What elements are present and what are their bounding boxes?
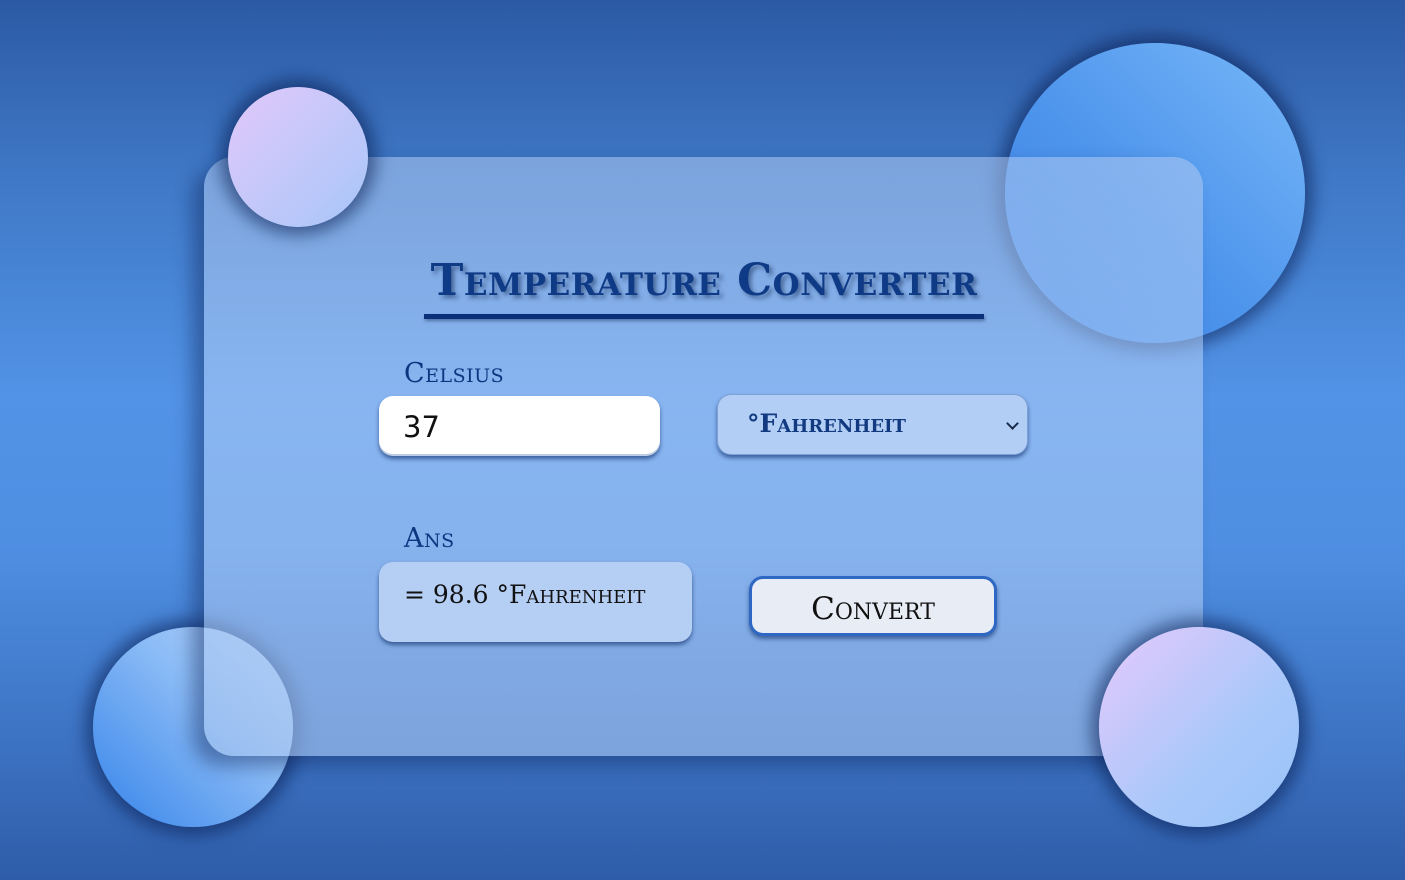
answer-label: Ans bbox=[404, 523, 455, 554]
convert-button[interactable]: Convert bbox=[749, 576, 997, 636]
page-title: Temperature Converter bbox=[430, 255, 978, 306]
title-underline bbox=[424, 314, 984, 319]
answer-value: = 98.6 °Fahrenheit bbox=[404, 580, 646, 609]
decorative-circle-bottom-right bbox=[1099, 627, 1299, 827]
unit-select[interactable]: °Fahrenheit bbox=[717, 394, 1028, 455]
decorative-circle-top-left bbox=[228, 87, 368, 227]
chevron-down-icon bbox=[1006, 417, 1019, 430]
answer-output: = 98.6 °Fahrenheit bbox=[379, 562, 692, 642]
unit-select-value: °Fahrenheit bbox=[747, 409, 906, 438]
celsius-label: Celsius bbox=[404, 358, 505, 389]
converter-card bbox=[204, 157, 1203, 756]
celsius-input[interactable]: 37 bbox=[379, 396, 660, 456]
